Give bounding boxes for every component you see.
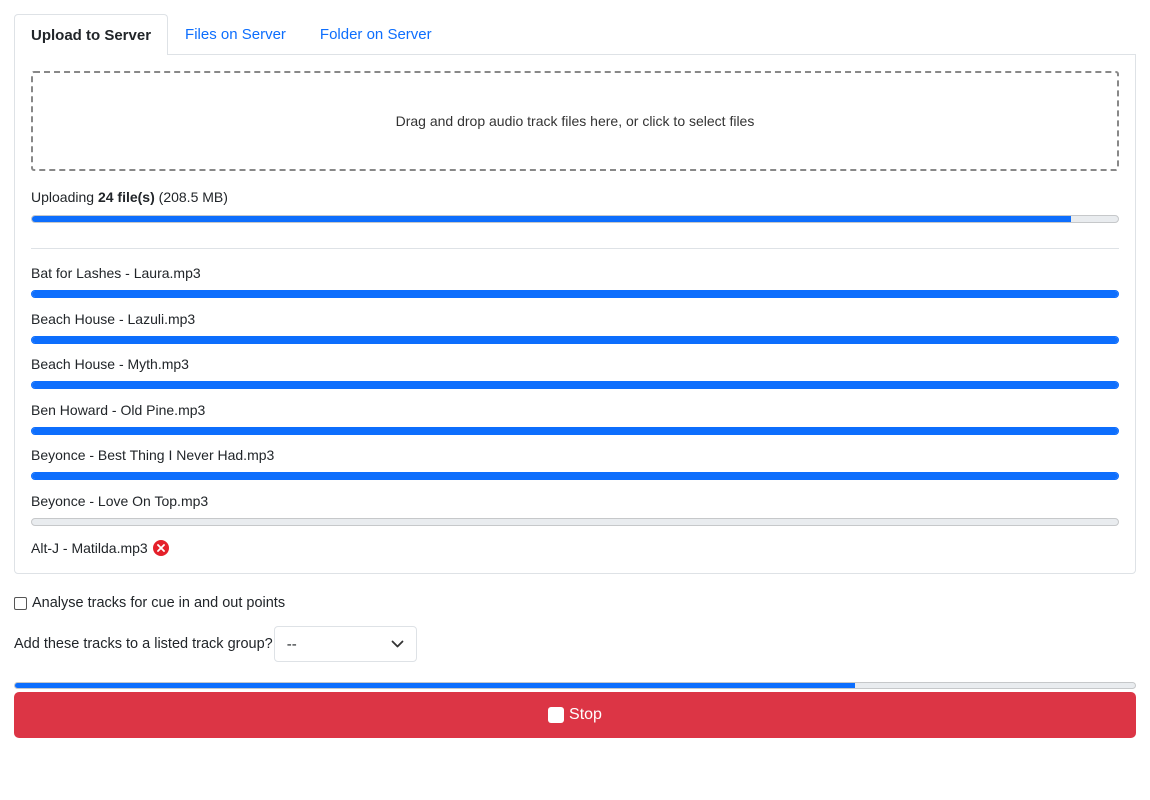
file-item: Beach House - Myth.mp3 — [31, 354, 1119, 400]
file-name: Bat for Lashes - Laura.mp3 — [31, 265, 201, 281]
file-progress — [31, 517, 1119, 526]
upload-status-prefix: Uploading — [31, 189, 95, 205]
failed-file-item: Alt-J - Matilda.mp3 — [31, 537, 1119, 559]
file-progress — [31, 381, 1119, 390]
file-item: Beyonce - Love On Top.mp3 — [31, 491, 1119, 537]
file-list: Bat for Lashes - Laura.mp3 Beach House - … — [31, 263, 1119, 537]
upload-panel: Drag and drop audio track files here, or… — [14, 54, 1136, 574]
file-progress — [31, 472, 1119, 481]
analyse-checkbox[interactable] — [14, 596, 27, 610]
file-progress — [31, 335, 1119, 344]
analyse-option[interactable]: Analyse tracks for cue in and out points — [14, 592, 1136, 614]
upload-file-count: 24 file(s) — [97, 189, 155, 205]
stop-button-label: Stop — [569, 706, 602, 723]
file-progress-bar — [32, 382, 1118, 389]
tab-folder-on-server[interactable]: Folder on Server — [303, 14, 449, 54]
upload-options: Analyse tracks for cue in and out points… — [14, 592, 1136, 662]
file-name: Beyonce - Best Thing I Never Had.mp3 — [31, 447, 275, 464]
file-name: Beach House - Myth.mp3 — [31, 356, 189, 373]
file-name: Ben Howard - Old Pine.mp3 — [31, 401, 206, 418]
tab-bar: Upload to Server Files on Server Folder … — [14, 14, 1136, 55]
file-item: Bat for Lashes - Laura.mp3 — [31, 263, 1119, 309]
file-item: Beyonce - Best Thing I Never Had.mp3 — [31, 445, 1119, 491]
failed-file-name: Alt-J - Matilda.mp3 — [31, 539, 148, 556]
tab-files-on-server[interactable]: Files on Server — [168, 14, 303, 54]
upload-status: Uploading 24 file(s) (208.5 MB) — [31, 189, 1119, 209]
stop-square-icon — [548, 707, 565, 723]
error-x-icon — [152, 539, 169, 556]
track-group-label: Add these tracks to a listed track group… — [14, 636, 273, 652]
track-group-select[interactable]: -- — [273, 626, 417, 662]
file-progress — [31, 426, 1119, 435]
file-item: Ben Howard - Old Pine.mp3 — [31, 400, 1119, 446]
total-progress — [14, 682, 1136, 689]
total-progress-bar — [15, 683, 855, 688]
file-progress-bar — [32, 427, 1118, 434]
track-group-option: Add these tracks to a listed track group… — [14, 626, 1136, 662]
file-dropzone[interactable]: Drag and drop audio track files here, or… — [31, 71, 1119, 171]
chevron-down-icon — [391, 636, 404, 653]
file-progress-bar — [32, 291, 1118, 297]
analyse-label: Analyse tracks for cue in and out points — [32, 595, 286, 611]
file-progress-bar — [32, 473, 1118, 480]
file-progress — [31, 290, 1119, 298]
dropzone-text: Drag and drop audio track files here, or… — [395, 113, 755, 129]
overall-upload-progress — [31, 215, 1119, 223]
file-name: Beach House - Lazuli.mp3 — [31, 310, 196, 327]
track-group-selected: -- — [286, 635, 297, 653]
upload-app: Upload to Server Files on Server Folder … — [14, 14, 1136, 738]
divider — [31, 248, 1119, 249]
file-progress-bar — [32, 336, 1118, 343]
file-item: Beach House - Lazuli.mp3 — [31, 309, 1119, 355]
tab-upload-to-server[interactable]: Upload to Server — [14, 14, 169, 55]
overall-upload-progress-bar — [32, 216, 1072, 222]
file-name: Beyonce - Love On Top.mp3 — [31, 492, 209, 509]
upload-total-size: (208.5 MB) — [158, 189, 228, 205]
stop-button[interactable]: Stop — [14, 692, 1136, 738]
